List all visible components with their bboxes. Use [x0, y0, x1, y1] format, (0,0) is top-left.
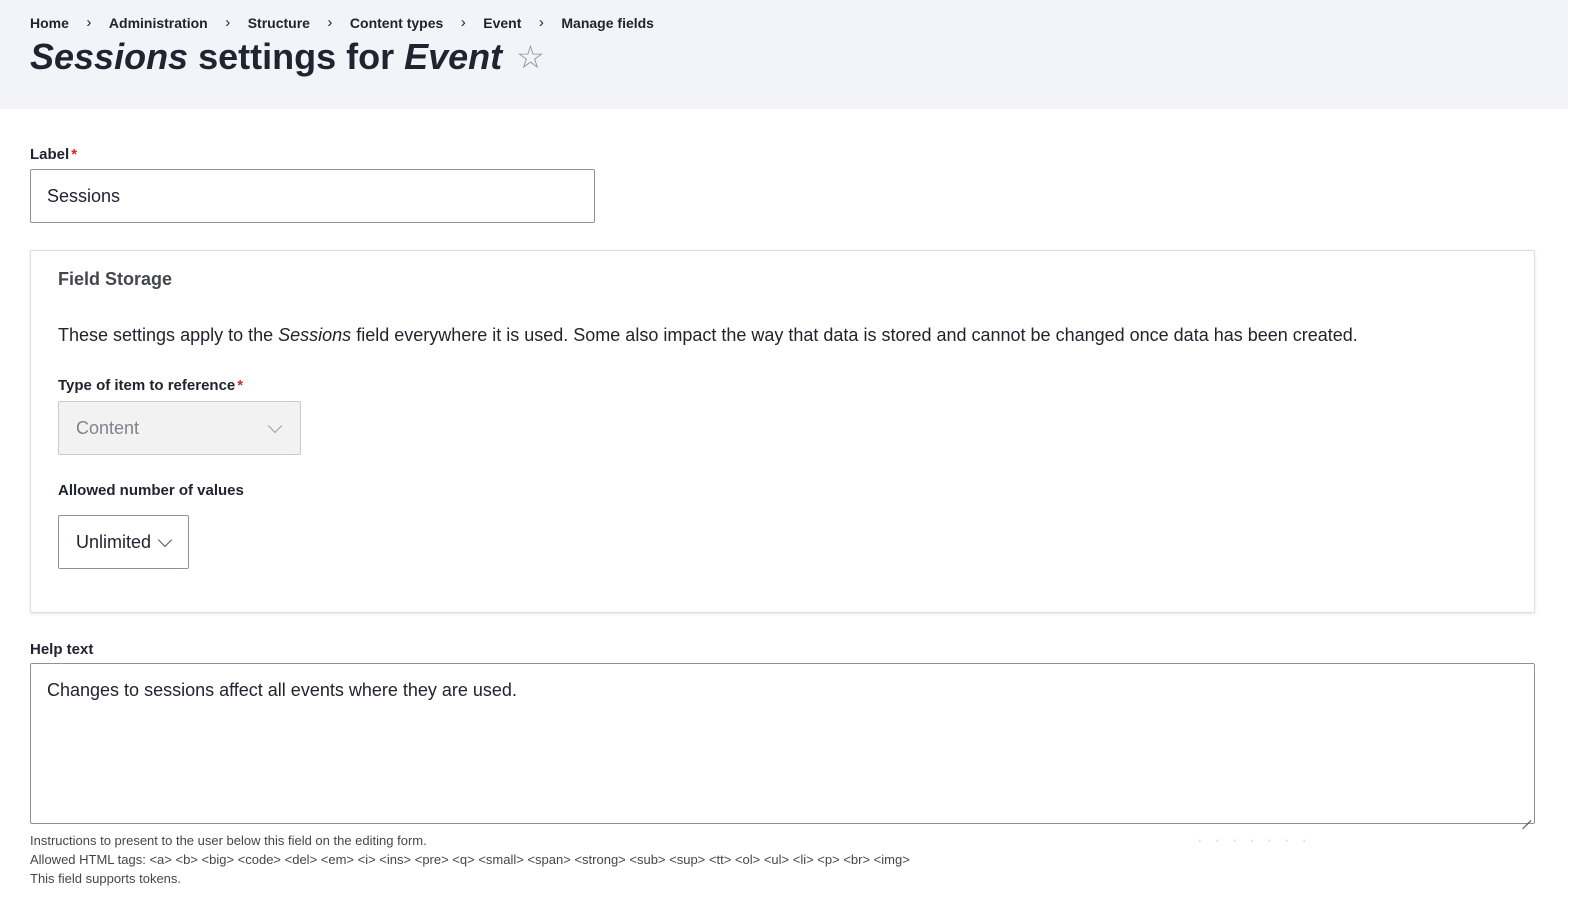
breadcrumb-structure[interactable]: Structure [248, 15, 310, 31]
breadcrumb-separator-icon: › [460, 14, 466, 31]
allowed-values-select[interactable]: Unlimited [58, 515, 189, 569]
breadcrumb-separator-icon: › [86, 14, 92, 31]
required-marker: * [237, 377, 244, 394]
page-title-middle: settings for [188, 36, 405, 77]
description-text-start: These settings apply to the [58, 325, 279, 345]
breadcrumb-separator-icon: › [538, 14, 544, 31]
activate-windows-watermark: · · · · · · · [1196, 827, 1310, 852]
breadcrumb-separator-icon: › [225, 14, 231, 31]
breadcrumb: Home › Administration › Structure › Cont… [30, 14, 654, 31]
page-header: Home › Administration › Structure › Cont… [0, 0, 1568, 109]
field-storage-fieldset: Field Storage These settings apply to th… [30, 250, 1535, 613]
type-of-item-select: Content [58, 401, 301, 455]
breadcrumb-separator-icon: › [327, 14, 333, 31]
type-of-item-label-text: Type of item to reference [58, 377, 236, 394]
help-text-textarea[interactable]: Changes to sessions affect all events wh… [30, 663, 1535, 824]
chevron-down-icon [157, 532, 173, 548]
page-title-field-name: Sessions [30, 36, 189, 77]
allowed-values-label: Allowed number of values [58, 482, 244, 499]
type-of-item-value: Content [76, 417, 140, 438]
description-field-name: Sessions [278, 325, 352, 345]
description-text-end: field everywhere it is used. Some also i… [351, 325, 1358, 345]
help-instructions: Instructions to present to the user belo… [30, 833, 427, 848]
breadcrumb-manage-fields[interactable]: Manage fields [561, 15, 654, 31]
breadcrumb-event[interactable]: Event [483, 15, 521, 31]
allowed-values-value: Unlimited [76, 531, 152, 552]
field-storage-legend: Field Storage [58, 269, 173, 289]
page-title-bundle-name: Event [404, 36, 503, 77]
field-storage-description: These settings apply to the Sessions fie… [58, 325, 1358, 346]
tokens-note: This field supports tokens. [30, 871, 182, 886]
label-input[interactable] [30, 169, 595, 223]
resize-handle-icon[interactable] [1520, 810, 1532, 822]
allowed-html-tags: Allowed HTML tags: <a> <b> <big> <code> … [30, 852, 910, 867]
required-marker: * [71, 146, 78, 163]
label-field-label-text: Label [30, 146, 70, 163]
chevron-down-icon [267, 418, 283, 434]
page-title: Sessions settings for Event ☆ [30, 36, 545, 78]
type-of-item-label: Type of item to reference * [58, 377, 243, 394]
breadcrumb-home[interactable]: Home [30, 15, 69, 31]
shortcut-star-icon[interactable]: ☆ [516, 41, 545, 73]
breadcrumb-content-types[interactable]: Content types [350, 15, 443, 31]
label-field-label: Label * [30, 146, 77, 163]
breadcrumb-administration[interactable]: Administration [109, 15, 208, 31]
help-text-label: Help text [30, 641, 94, 658]
